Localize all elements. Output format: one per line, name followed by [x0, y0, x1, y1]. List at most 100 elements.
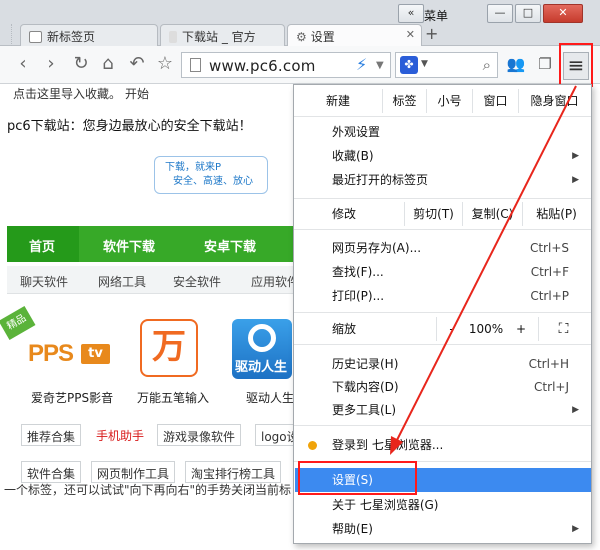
menu-incognito-window[interactable]: 隐身窗口 [518, 89, 590, 113]
subnav-network[interactable]: 网络工具 [98, 273, 146, 290]
gear-icon: ⚙ [296, 30, 307, 44]
tab-label: 新标签页 [47, 30, 96, 44]
url-text: www.pc6.com [209, 57, 316, 75]
sub-nav: 聊天软件 网络工具 安全软件 应用软件 [7, 266, 300, 294]
tab-pc6[interactable]: 下载站 _ 官方 [160, 24, 285, 46]
close-window-button[interactable]: ✕ [543, 4, 583, 23]
reload-icon[interactable]: ↻ [70, 54, 92, 76]
chevron-right-icon: ▶ [572, 524, 579, 534]
chip-game-recording[interactable]: 游戏录像软件 [157, 424, 242, 446]
menu-find[interactable]: 查找(F)... [332, 262, 384, 282]
wubi-icon[interactable]: 万 [140, 319, 198, 377]
chevron-down-icon[interactable]: ▼ [421, 59, 428, 69]
new-window-row: 新建 标签 小号 窗口 隐身窗口 [312, 89, 590, 113]
window-menu-label[interactable]: 菜单 [424, 7, 448, 24]
window-mode-icon[interactable]: ❐ [534, 54, 556, 76]
tab-bar: 新标签页 下载站 _ 官方 ⚙ 设置 ✕ + « 菜单 — □ ✕ [0, 0, 600, 46]
chip-taobao-tools[interactable]: 淘宝排行榜工具 [185, 461, 282, 483]
subnav-chat[interactable]: 聊天软件 [20, 273, 68, 290]
driver-life-icon[interactable]: 驱动人生 [232, 319, 292, 379]
menu-paste[interactable]: 粘贴(P) [522, 202, 590, 226]
user-icon[interactable]: 👥 [505, 54, 527, 76]
start-link[interactable]: 开始 [125, 85, 149, 102]
chip-recommend[interactable]: 推荐合集 [21, 424, 82, 446]
zoom-in-button[interactable]: + [506, 317, 536, 341]
menu-appearance[interactable]: 外观设置 [332, 122, 380, 142]
menu-favorites[interactable]: 收藏(B) [332, 146, 374, 166]
site-banner: pc6下载站：您身边最放心的安全下载站！ [7, 119, 252, 134]
app-label-pps[interactable]: 爱奇艺PPS影音 [31, 389, 113, 406]
menu-separator [294, 425, 591, 426]
import-bookmarks-link[interactable]: 点击这里导入收藏。 [13, 85, 121, 102]
menu-separator [294, 344, 591, 345]
pps-logo-text: PPS [28, 340, 74, 367]
menu-more-tools[interactable]: 更多工具(L) [332, 400, 396, 420]
nav-software[interactable]: 软件下载 [103, 236, 155, 255]
tab-settings[interactable]: ⚙ 设置 ✕ [287, 24, 422, 46]
menu-new: 新建 [325, 94, 350, 108]
shortcut-save-as: Ctrl+S [529, 241, 569, 255]
nav-home[interactable]: 首页 [29, 236, 55, 255]
chip-collection[interactable]: 软件合集 [21, 461, 82, 483]
site-icon [169, 31, 177, 43]
menu-separator [294, 116, 591, 117]
page-icon [190, 58, 201, 72]
undo-close-icon[interactable]: ↶ [126, 54, 148, 76]
zoom-level: 100% [468, 322, 504, 336]
menu-cut[interactable]: 剪切(T) [404, 202, 462, 226]
chevron-right-icon: ▶ [572, 405, 579, 415]
back-icon[interactable]: ‹ [12, 54, 34, 76]
paw-icon[interactable]: ✤ [400, 56, 418, 74]
bookmark-star-icon[interactable]: ☆ [154, 54, 176, 76]
menu-recent-tabs[interactable]: 最近打开的标签页 [332, 170, 428, 190]
collection-row: 软件合集 网页制作工具 淘宝排行榜工具 [7, 461, 300, 483]
shortcut-find: Ctrl+F [530, 265, 569, 279]
app-label-wubi[interactable]: 万能五笔输入 [137, 389, 209, 406]
slogan-line-1: 下载，就来P [165, 162, 222, 173]
restore-button[interactable]: □ [515, 4, 541, 23]
menu-about[interactable]: 关于 七星浏览器(G) [332, 495, 438, 515]
speed-mode-icon[interactable]: ⚡ [356, 55, 367, 74]
zoom-out-button[interactable]: - [436, 317, 466, 341]
chevron-right-icon: ▶ [572, 151, 579, 161]
menu-copy[interactable]: 复制(C) [462, 202, 522, 226]
recommend-row: 推荐合集 手机助手 游戏录像软件 logo设 [7, 424, 304, 446]
menu-edit-label: 修改 [332, 207, 357, 221]
featured-ribbon: 精品 [0, 305, 36, 341]
menu-save-as[interactable]: 网页另存为(A)... [332, 238, 421, 258]
shortcut-downloads: Ctrl+J [534, 380, 569, 394]
forward-icon[interactable]: › [40, 54, 62, 76]
featured-apps: 精品 PPS tv 万 驱动人生 爱奇艺PPS影音 万能五笔输入 驱动人生 [0, 305, 300, 416]
slogan-line-2: 安全、高速、放心 [173, 176, 253, 187]
chip-web-tools[interactable]: 网页制作工具 [91, 461, 176, 483]
new-tab-button[interactable]: + [425, 24, 438, 43]
subnav-security[interactable]: 安全软件 [173, 273, 221, 290]
slogan-bubble: 下载，就来P 安全、高速、放心 [154, 156, 268, 194]
menu-new-tab[interactable]: 标签 [382, 89, 426, 113]
subnav-apps[interactable]: 应用软件 [251, 273, 299, 290]
annotation-highlight-menu-button [559, 43, 593, 87]
menu-help[interactable]: 帮助(E) [332, 519, 373, 539]
menu-new-alt-account[interactable]: 小号 [426, 89, 472, 113]
close-tab-icon[interactable]: ✕ [406, 28, 415, 41]
chevron-down-icon[interactable]: ▼ [376, 60, 384, 71]
pps-logo[interactable]: PPS tv [28, 336, 112, 372]
tab-new-tab[interactable]: 新标签页 [20, 24, 158, 46]
minimize-button[interactable]: — [487, 4, 513, 23]
search-icon[interactable]: ⌕ [483, 56, 491, 74]
menu-print[interactable]: 打印(P)... [332, 286, 384, 306]
menu-downloads[interactable]: 下载内容(D) [332, 377, 399, 397]
menu-login[interactable]: 登录到 七星浏览器... [332, 435, 443, 455]
menu-history[interactable]: 历史记录(H) [332, 354, 398, 374]
chip-mobile-assistant[interactable]: 手机助手 [91, 424, 150, 446]
search-box[interactable]: ✤ ▼ ⌕ [395, 52, 498, 78]
menu-new-window[interactable]: 窗口 [472, 89, 518, 113]
menu-separator [294, 229, 591, 230]
fullscreen-icon[interactable]: ⛶ [538, 317, 588, 341]
home-icon[interactable]: ⌂ [97, 54, 119, 76]
app-label-driver[interactable]: 驱动人生 [246, 389, 294, 406]
window-dropdown-button[interactable]: « [398, 4, 424, 23]
nav-android[interactable]: 安卓下载 [204, 236, 256, 255]
tab-label: 下载站 _ 官方 [182, 30, 256, 44]
driver-life-icon-text: 驱动人生 [235, 360, 288, 375]
